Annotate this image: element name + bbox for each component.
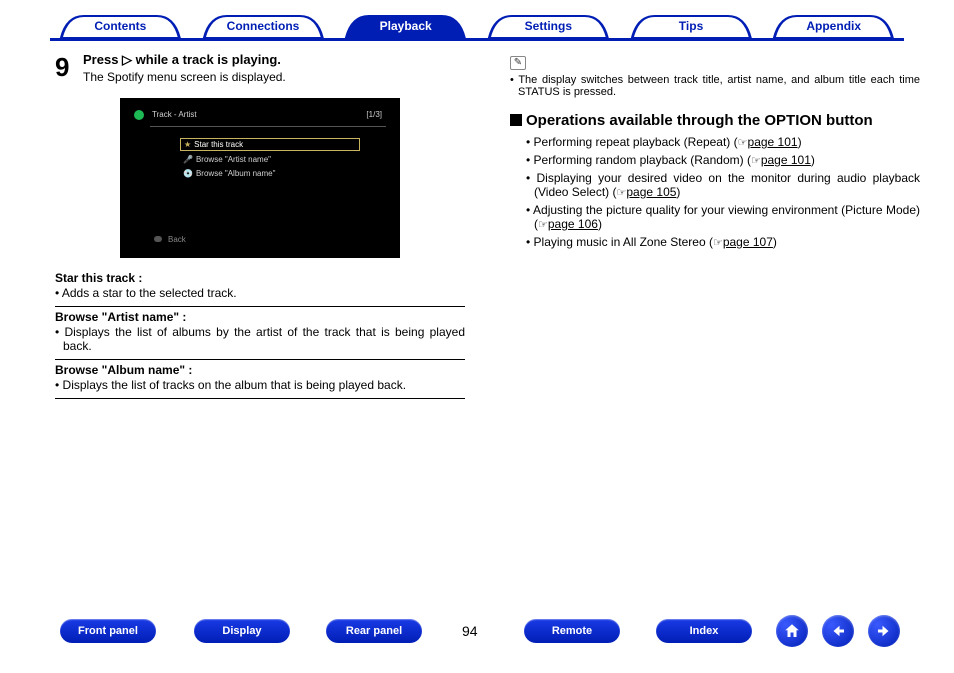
bullet-video-select: • Displaying your desired video on the m… — [526, 171, 920, 199]
play-right-icon: ▷ — [122, 52, 132, 67]
top-tabs: Contents Connections Playback Settings T… — [50, 14, 904, 41]
next-button[interactable] — [868, 615, 900, 647]
hand-icon: ☞ — [738, 137, 748, 149]
definitions: Star this track : • Adds a star to the s… — [55, 268, 465, 399]
menu-item-album: 💿Browse "Album name" — [180, 168, 360, 179]
screen-menu: ★Star this track 🎤Browse "Artist name" 💿… — [180, 138, 360, 182]
bullet-all-zone: • Playing music in All Zone Stereo (☞pag… — [526, 235, 920, 249]
pencil-note-icon: ✎ — [510, 56, 526, 70]
def-desc-album: • Displays the list of tracks on the alb… — [55, 378, 465, 392]
link-page-101b[interactable]: page 101 — [761, 153, 811, 167]
menu-item-star: ★Star this track — [180, 138, 360, 151]
back-icon — [154, 236, 162, 242]
arrow-right-icon — [875, 622, 893, 640]
tab-contents[interactable]: Contents — [50, 14, 191, 38]
display-button[interactable]: Display — [194, 619, 290, 643]
remote-button[interactable]: Remote — [524, 619, 620, 643]
tab-settings[interactable]: Settings — [478, 14, 619, 38]
menu-item-artist: 🎤Browse "Artist name" — [180, 154, 360, 165]
def-term-album: Browse "Album name" : — [55, 359, 465, 377]
device-screenshot: Track - Artist [1/3] ★Star this track 🎤B… — [120, 98, 400, 258]
tab-playback[interactable]: Playback — [335, 14, 476, 38]
screen-count: [1/3] — [366, 110, 382, 119]
artist-icon: 🎤 — [183, 155, 193, 164]
screen-back: Back — [154, 235, 186, 244]
left-column: 9 Press ▷ while a track is playing. The … — [55, 52, 465, 399]
step-head-pre: Press — [83, 52, 122, 67]
bullet-picture-mode: • Adjusting the picture quality for your… — [526, 203, 920, 231]
index-button[interactable]: Index — [656, 619, 752, 643]
footer: Front panel Display Rear panel 94 Remote… — [0, 619, 954, 653]
prev-button[interactable] — [822, 615, 854, 647]
rear-panel-button[interactable]: Rear panel — [326, 619, 422, 643]
def-desc-artist: • Displays the list of albums by the art… — [55, 325, 465, 353]
bullet-repeat: • Performing repeat playback (Repeat) (☞… — [526, 135, 920, 149]
link-page-105[interactable]: page 105 — [626, 185, 676, 199]
right-column: ✎ • The display switches between track t… — [510, 52, 920, 253]
screen-divider — [150, 126, 386, 127]
note-text: • The display switches between track tit… — [510, 74, 920, 98]
arrow-left-icon — [829, 622, 847, 640]
option-bullets: • Performing repeat playback (Repeat) (☞… — [510, 135, 920, 249]
home-icon — [783, 622, 801, 640]
def-term-star: Star this track : — [55, 268, 465, 285]
step-head-post: while a track is playing. — [132, 52, 281, 67]
def-term-artist: Browse "Artist name" : — [55, 306, 465, 324]
home-button[interactable] — [776, 615, 808, 647]
step-number: 9 — [55, 52, 83, 83]
step-sub: The Spotify menu screen is displayed. — [83, 70, 465, 84]
step-heading: Press ▷ while a track is playing. — [83, 52, 465, 68]
hand-icon: ☞ — [538, 219, 548, 231]
tab-connections[interactable]: Connections — [193, 14, 334, 38]
star-icon: ★ — [184, 140, 191, 149]
tab-tips[interactable]: Tips — [621, 14, 762, 38]
album-icon: 💿 — [183, 169, 193, 178]
hand-icon: ☞ — [751, 155, 761, 167]
link-page-107[interactable]: page 107 — [723, 235, 773, 249]
column-end-rule — [55, 398, 465, 399]
section-heading: Operations available through the OPTION … — [510, 112, 920, 129]
def-desc-star: • Adds a star to the selected track. — [55, 286, 465, 300]
front-panel-button[interactable]: Front panel — [60, 619, 156, 643]
link-page-101a[interactable]: page 101 — [748, 135, 798, 149]
link-page-106[interactable]: page 106 — [548, 217, 598, 231]
spotify-icon — [134, 110, 144, 120]
square-bullet-icon — [510, 114, 522, 126]
hand-icon: ☞ — [616, 187, 626, 199]
page-number: 94 — [462, 623, 478, 639]
bullet-random: • Performing random playback (Random) (☞… — [526, 153, 920, 167]
hand-icon: ☞ — [713, 237, 723, 249]
screen-title: Track - Artist — [152, 110, 197, 119]
tab-appendix[interactable]: Appendix — [763, 14, 904, 38]
